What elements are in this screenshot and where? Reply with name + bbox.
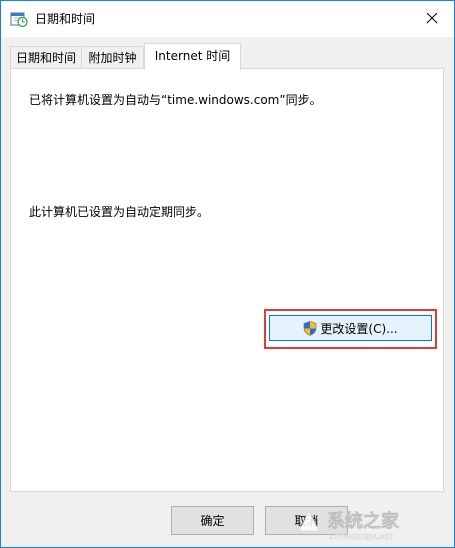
internet-time-panel: 已将计算机设置为自动与“time.windows.com”同步。 此计算机已设置…: [10, 68, 444, 492]
uac-shield-icon: [304, 320, 317, 336]
change-settings-button[interactable]: 更改设置(C)...: [269, 315, 432, 341]
close-icon: [426, 12, 437, 24]
date-time-dialog: 日期和时间 日期和时间 附加时钟 Internet 时间 已将计算机设置为自动与…: [0, 0, 455, 548]
sync-status-text: 已将计算机设置为自动与“time.windows.com”同步。: [29, 93, 322, 107]
tab-internet-time[interactable]: Internet 时间: [144, 43, 241, 70]
tab-date-time[interactable]: 日期和时间: [10, 46, 82, 68]
clock-calendar-icon: [10, 12, 28, 28]
ok-button[interactable]: 确定: [171, 506, 254, 535]
tab-additional-clocks[interactable]: 附加时钟: [81, 46, 144, 68]
close-button[interactable]: [409, 1, 454, 35]
change-settings-label: 更改设置(C)...: [320, 321, 398, 336]
window-title: 日期和时间: [35, 12, 96, 26]
title-bar: 日期和时间: [1, 1, 454, 37]
cancel-button[interactable]: 取消: [265, 506, 348, 535]
schedule-status-text: 此计算机已设置为自动定期同步。: [29, 205, 210, 219]
